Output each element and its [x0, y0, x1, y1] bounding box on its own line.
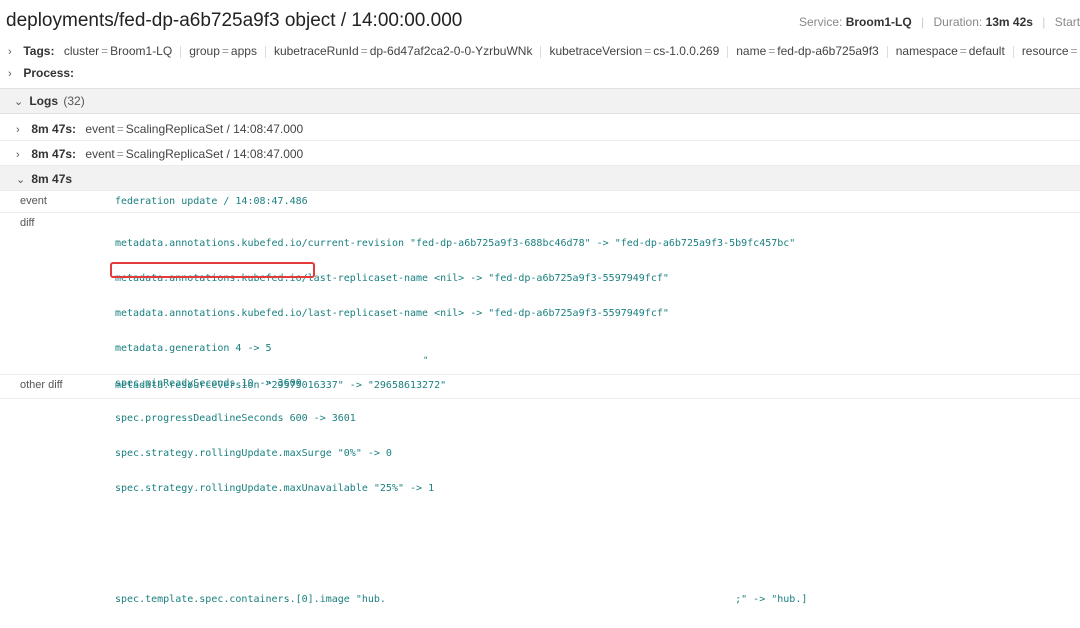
tag-divider — [887, 46, 888, 58]
log-field-event: event federation update / 14:08:47.486 — [0, 190, 1080, 213]
logs-label: Logs — [29, 94, 58, 108]
field-key: other diff — [20, 379, 63, 391]
tags-row[interactable]: › Tags: cluster=Broom1-LQgroup=appskubet… — [8, 44, 1080, 60]
chevron-down-icon[interactable]: ⌄ — [14, 95, 26, 108]
tag-key: kubetraceRunId — [274, 44, 359, 58]
field-key: diff — [20, 217, 34, 229]
tag-divider — [180, 46, 181, 58]
log-entry-time: 8m 47s: — [31, 147, 76, 161]
chevron-right-icon[interactable]: › — [8, 46, 20, 58]
service-label: Service: — [799, 15, 842, 29]
tag-divider — [265, 46, 266, 58]
tag-item: group=apps — [172, 44, 257, 58]
highlight-box — [110, 262, 315, 278]
tag-list: cluster=Broom1-LQgroup=appskubetraceRunI… — [64, 44, 1080, 58]
tag-key: kubetraceVersion — [549, 44, 642, 58]
tag-item: resource=deployments — [1005, 44, 1080, 58]
start-time-label: Start Time: — [1055, 15, 1080, 29]
redaction-block — [640, 342, 830, 356]
tag-divider — [540, 46, 541, 58]
tag-key: cluster — [64, 44, 99, 58]
page-title: deployments/fed-dp-a6b725a9f3 object / 1… — [6, 10, 462, 32]
diff-line: spec.progressDeadlineSeconds 600 -> 3601 — [115, 412, 807, 425]
log-entry-expanded[interactable]: ⌄ 8m 47s — [0, 166, 1080, 191]
service-value: Broom1-LQ — [846, 15, 912, 29]
tag-value: default — [969, 44, 1005, 58]
redaction-block — [378, 342, 640, 356]
chevron-right-icon[interactable]: › — [8, 68, 20, 80]
log-field-other-diff: other diff metadata.resourceVersion "295… — [0, 374, 1080, 399]
tag-divider — [727, 46, 728, 58]
diff-line: spec.template.spec.containers.[0].image … — [115, 593, 807, 606]
duration-label: Duration: — [934, 15, 983, 29]
tag-key: resource — [1022, 44, 1069, 58]
tag-value: Broom1-LQ — [110, 44, 172, 58]
log-entry-time: 8m 47s: — [31, 122, 76, 136]
diff-line: spec.strategy.rollingUpdate.maxSurge "0%… — [115, 447, 807, 460]
diff-line: metadata.annotations.kubefed.io/current-… — [115, 237, 807, 250]
redaction-block — [896, 342, 1036, 356]
diff-line: metadata.annotations.kubefed.io/last-rep… — [115, 307, 807, 320]
tag-item: cluster=Broom1-LQ — [64, 44, 172, 58]
tag-item: kubetraceVersion=cs-1.0.0.269 — [532, 44, 719, 58]
field-key: event — [20, 195, 47, 207]
process-label: Process: — [23, 66, 74, 80]
tag-item: namespace=default — [879, 44, 1005, 58]
redaction-mark: " — [423, 356, 428, 366]
field-value: metadata.resourceVersion "29575016337" -… — [115, 380, 446, 391]
field-value: federation update / 14:08:47.486 — [115, 196, 308, 207]
tag-value: fed-dp-a6b725a9f3 — [777, 44, 878, 58]
chevron-right-icon[interactable]: › — [16, 124, 28, 136]
tag-key: group — [189, 44, 220, 58]
tag-divider — [1013, 46, 1014, 58]
logs-count: (32) — [63, 94, 84, 108]
log-entry-key: event — [85, 122, 114, 136]
logs-section-header[interactable]: ⌄ Logs (32) — [0, 88, 1080, 114]
tag-value: apps — [231, 44, 257, 58]
diff-line — [115, 552, 807, 565]
process-row[interactable]: › Process: — [8, 66, 1080, 80]
log-entry-value: ScalingReplicaSet / 14:08:47.000 — [126, 122, 303, 136]
tag-key: namespace — [896, 44, 958, 58]
tags-label: Tags: — [23, 44, 54, 58]
diff-line — [115, 517, 807, 530]
page-header: deployments/fed-dp-a6b725a9f3 object / 1… — [0, 0, 1080, 42]
tag-item: name=fed-dp-a6b725a9f3 — [719, 44, 878, 58]
log-entry-value: ScalingReplicaSet / 14:08:47.000 — [126, 147, 303, 161]
tag-value: dp-6d47af2ca2-0-0-YzrbuWNk — [370, 44, 533, 58]
tag-value: cs-1.0.0.269 — [653, 44, 719, 58]
trace-meta: Service: Broom1-LQ | Duration: 13m 42s |… — [799, 15, 1080, 29]
redaction-block — [112, 320, 1036, 342]
tag-item: kubetraceRunId=dp-6d47af2ca2-0-0-YzrbuWN… — [257, 44, 533, 58]
chevron-right-icon[interactable]: › — [16, 149, 28, 161]
log-entry-time: 8m 47s — [31, 172, 72, 186]
duration-value: 13m 42s — [986, 15, 1033, 29]
log-entry-key: event — [85, 147, 114, 161]
chevron-down-icon[interactable]: ⌄ — [16, 173, 28, 186]
log-entry[interactable]: › 8m 47s: event=ScalingReplicaSet / 14:0… — [0, 141, 1080, 166]
diff-line: spec.strategy.rollingUpdate.maxUnavailab… — [115, 482, 807, 495]
tag-key: name — [736, 44, 766, 58]
log-entry[interactable]: › 8m 47s: event=ScalingReplicaSet / 14:0… — [0, 116, 1080, 141]
